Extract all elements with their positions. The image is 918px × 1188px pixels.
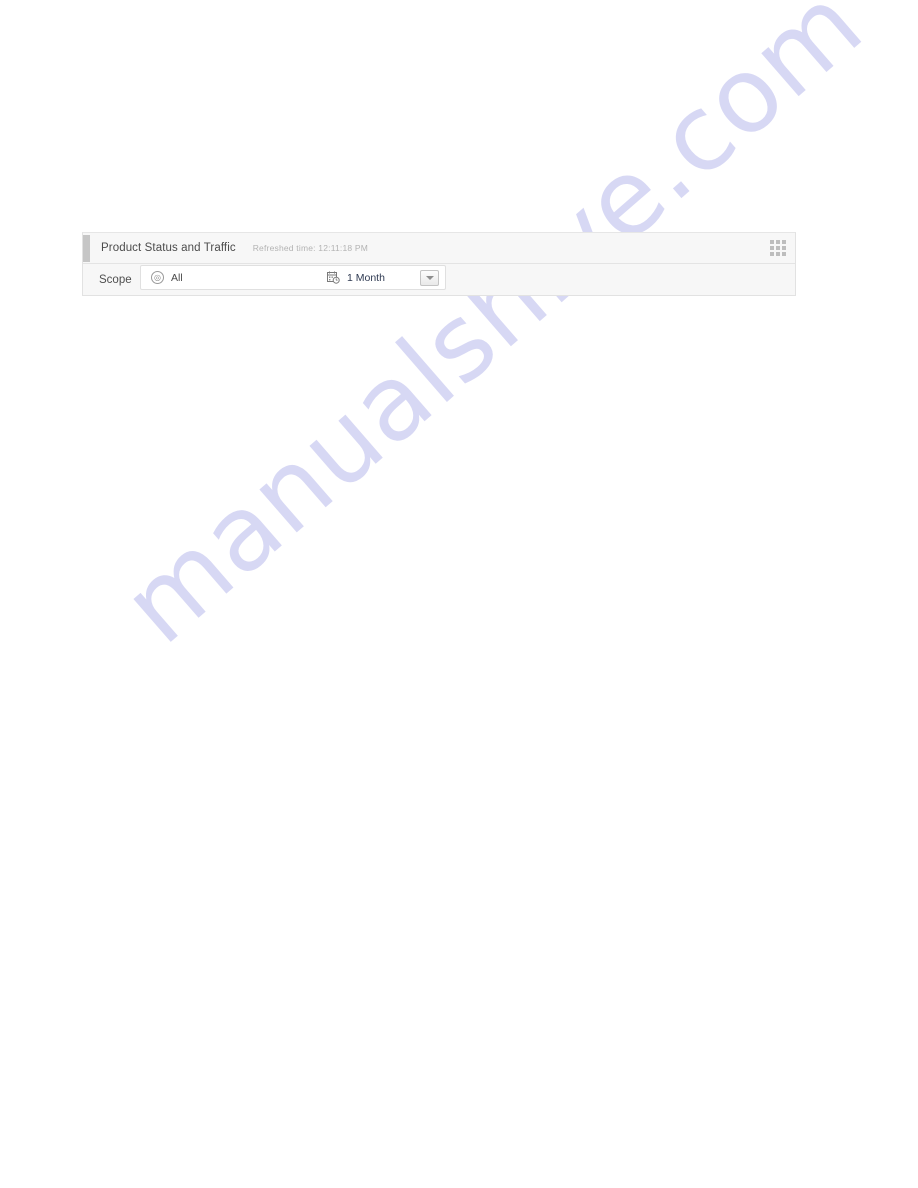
- chevron-down-icon: [425, 276, 434, 280]
- scope-label: Scope: [99, 273, 132, 286]
- refreshed-time-label: Refreshed time: 12:11:18 PM: [252, 243, 369, 253]
- filter-bar: ◎ All 1 Month: [140, 265, 446, 290]
- grid-dot: [776, 252, 780, 256]
- panel-header: Product Status and Traffic Refreshed tim…: [83, 233, 795, 264]
- grid-dot: [776, 240, 780, 244]
- grid-dot: [782, 240, 786, 244]
- grid-dot: [776, 246, 780, 250]
- time-range-selector[interactable]: 1 Month: [327, 271, 385, 284]
- page-watermark: manualshive.com: [0, 0, 918, 1188]
- grid-dot: [770, 240, 774, 244]
- panel-accent-bar: [83, 235, 90, 262]
- page-title: Product Status and Traffic: [101, 242, 236, 254]
- grid-dot: [782, 252, 786, 256]
- grid-dot: [770, 252, 774, 256]
- grid-menu-icon[interactable]: [770, 240, 786, 256]
- watermark-text: manualshive.com: [99, 0, 886, 668]
- scope-value: All: [171, 271, 183, 284]
- grid-dot: [770, 246, 774, 250]
- time-range-value: 1 Month: [347, 271, 385, 284]
- scope-selector[interactable]: ◎ All: [151, 271, 183, 284]
- time-range-dropdown-button[interactable]: [420, 270, 439, 286]
- globe-circle-icon: ◎: [151, 271, 164, 284]
- grid-dot: [782, 246, 786, 250]
- product-status-and-traffic-panel: Product Status and Traffic Refreshed tim…: [82, 232, 796, 296]
- calendar-clock-icon: [327, 271, 340, 284]
- panel-body: Scope ◎ All 1 Month: [83, 264, 795, 295]
